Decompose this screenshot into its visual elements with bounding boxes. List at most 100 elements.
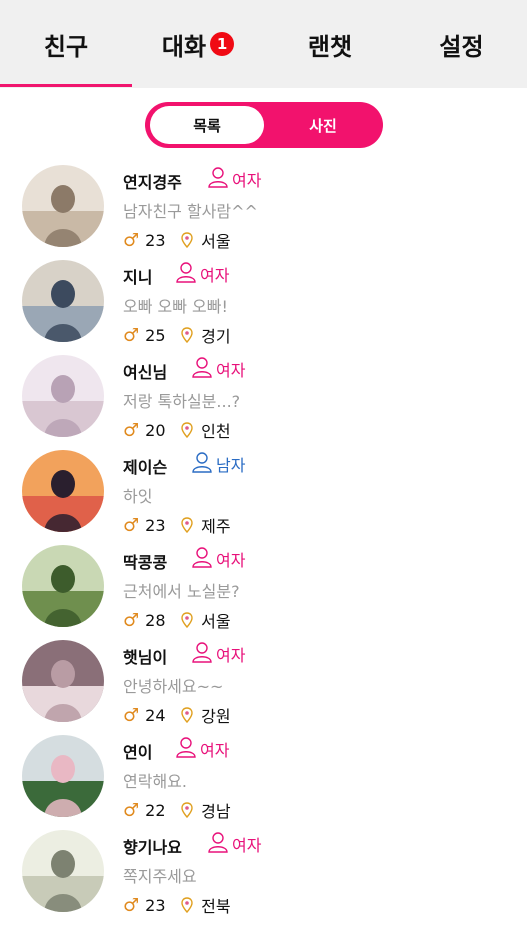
active-tab-indicator (0, 84, 132, 87)
friend-gender: 여자 (175, 261, 229, 287)
friend-status-message: 쪽지주세요 (123, 867, 197, 886)
male-symbol-icon: ♂ (123, 609, 140, 631)
location-pin-icon (181, 802, 193, 818)
friend-gender: 여자 (175, 736, 229, 762)
unread-badge: 1 (210, 32, 235, 56)
friend-name: 여신님 (123, 363, 168, 382)
friend-gender: 남자 (191, 451, 245, 477)
tab-random-chat-label: 랜챗 (307, 32, 353, 61)
person-icon (191, 451, 216, 477)
friend-avatar[interactable] (22, 830, 104, 912)
friend-avatar[interactable] (22, 165, 104, 247)
friend-row[interactable]: 제이슨 남자하잇 ♂ 23 제주 (0, 445, 527, 540)
location-pin-icon (181, 517, 193, 533)
friend-name: 지니 (123, 268, 153, 287)
friend-name: 딱콩콩 (123, 553, 168, 572)
tab-friends[interactable]: 친구 (0, 0, 132, 88)
friend-row[interactable]: 향기나요 여자쪽지주세요 ♂ 23 전북 (0, 825, 527, 920)
friend-meta: ♂ 23 서울 (123, 228, 231, 252)
person-icon (207, 831, 232, 857)
friend-gender-label: 여자 (216, 646, 246, 665)
friend-avatar[interactable] (22, 735, 104, 817)
friend-region: 인천 (201, 422, 231, 441)
friend-age: 23 (145, 515, 166, 535)
friend-gender-label: 여자 (200, 741, 230, 760)
friend-meta: ♂ 25 경기 (123, 323, 231, 347)
list-view-button[interactable]: 목록 (150, 106, 264, 144)
friend-row[interactable]: 햇님이 여자안녕하세요~~ ♂ 24 강원 (0, 635, 527, 730)
male-symbol-icon: ♂ (123, 799, 140, 821)
male-symbol-icon: ♂ (123, 894, 140, 916)
friend-region: 강원 (201, 707, 231, 726)
friend-row[interactable]: 여신님 여자저랑 톡하실분...? ♂ 20 인천 (0, 350, 527, 445)
friend-meta: ♂ 22 경남 (123, 798, 231, 822)
friend-region: 경남 (201, 802, 231, 821)
friend-row[interactable]: 딱콩콩 여자 근처에서 노실분? ♂ 28 서울 (0, 540, 527, 635)
friend-region: 서울 (201, 612, 231, 631)
friend-avatar[interactable] (22, 355, 104, 437)
location-pin-icon (181, 612, 193, 628)
friend-meta: ♂ 20 인천 (123, 418, 231, 442)
friend-status-message: 남자친구 할사람^^ (123, 202, 258, 221)
photo-view-button[interactable]: 사진 (267, 106, 379, 144)
tab-friends-label: 친구 (43, 32, 89, 61)
friend-status-message: 하잇 (123, 487, 153, 506)
friend-age: 24 (145, 705, 166, 725)
friend-age: 23 (145, 895, 166, 915)
friend-row[interactable]: 연이 여자연락해요. ♂ 22 경남 (0, 730, 527, 825)
location-pin-icon (181, 707, 193, 723)
friend-age: 20 (145, 420, 166, 440)
tab-random-chat[interactable]: 랜챗 (264, 0, 396, 88)
friend-name: 햇님이 (123, 648, 168, 667)
friend-age: 25 (145, 325, 166, 345)
friend-status-message: 오빠 오빠 오빠! (123, 297, 228, 316)
male-symbol-icon: ♂ (123, 514, 140, 536)
friend-gender: 여자 (207, 166, 261, 192)
friend-gender-label: 여자 (232, 836, 262, 855)
person-icon (191, 356, 216, 382)
friend-avatar[interactable] (22, 545, 104, 627)
friend-gender: 여자 (191, 546, 245, 572)
friend-status-message: 근처에서 노실분? (123, 582, 240, 601)
friend-meta: ♂ 23 제주 (123, 513, 231, 537)
friend-status-message: 연락해요. (123, 772, 187, 791)
friend-gender: 여자 (191, 641, 245, 667)
friend-region: 전북 (201, 897, 231, 916)
friend-gender-label: 남자 (216, 456, 246, 475)
view-toggle: 목록 사진 (145, 102, 383, 148)
friend-gender-label: 여자 (216, 551, 246, 570)
friend-status-message: 저랑 톡하실분...? (123, 392, 241, 411)
friend-name: 향기나요 (123, 838, 182, 857)
friend-row[interactable]: 지니 여자오빠 오빠 오빠! ♂ 25 경기 (0, 255, 527, 350)
friend-avatar[interactable] (22, 450, 104, 532)
friend-meta: ♂ 23 전북 (123, 893, 231, 917)
friend-avatar[interactable] (22, 640, 104, 722)
friend-age: 22 (145, 800, 166, 820)
friend-name: 연지경주 (123, 173, 182, 192)
top-tab-bar: 친구 대화 1 랜챗 설정 (0, 0, 527, 88)
person-icon (175, 261, 200, 287)
friend-gender-label: 여자 (232, 171, 262, 190)
person-icon (175, 736, 200, 762)
location-pin-icon (181, 232, 193, 248)
friend-meta: ♂ 24 강원 (123, 703, 231, 727)
person-icon (207, 166, 232, 192)
male-symbol-icon: ♂ (123, 419, 140, 441)
friend-gender-label: 여자 (216, 361, 246, 380)
male-symbol-icon: ♂ (123, 324, 140, 346)
location-pin-icon (181, 327, 193, 343)
friend-gender: 여자 (207, 831, 261, 857)
location-pin-icon (181, 422, 193, 438)
location-pin-icon (181, 897, 193, 913)
friend-status-message: 안녕하세요~~ (123, 677, 224, 696)
friend-row[interactable]: 연지경주 여자남자친구 할사람^^ ♂ 23 서울 (0, 160, 527, 255)
tab-settings-label: 설정 (439, 32, 484, 61)
friend-region: 서울 (201, 232, 231, 251)
tab-chat[interactable]: 대화 1 (132, 0, 264, 88)
friend-avatar[interactable] (22, 260, 104, 342)
friend-gender: 여자 (191, 356, 245, 382)
friend-name: 제이슨 (123, 458, 168, 477)
male-symbol-icon: ♂ (123, 704, 140, 726)
tab-settings[interactable]: 설정 (396, 0, 527, 88)
friend-name: 연이 (123, 743, 153, 762)
